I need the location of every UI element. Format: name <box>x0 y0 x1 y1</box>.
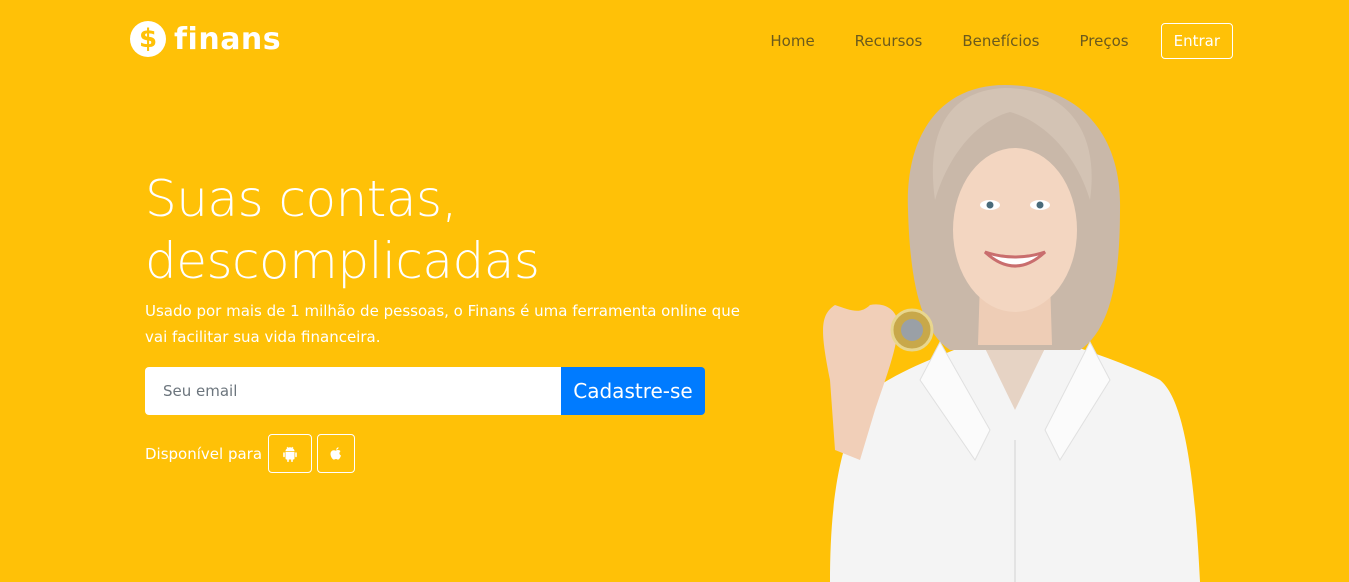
nav-link-precos[interactable]: Preços <box>1080 32 1129 50</box>
nav-link-recursos[interactable]: Recursos <box>855 32 923 50</box>
nav-links: Home Recursos Benefícios Preços Entrar <box>770 23 1233 59</box>
android-icon <box>283 446 297 462</box>
hero-subtitle: Usado por mais de 1 milhão de pessoas, o… <box>145 302 740 346</box>
hero-title: Suas contas, descomplicadas <box>145 168 745 292</box>
signup-form: Cadastre-se <box>145 367 705 415</box>
apple-store-button[interactable] <box>317 434 356 473</box>
smiling-woman-holding-coin-image <box>823 85 1200 582</box>
brand-name: finans <box>174 21 282 57</box>
android-store-button[interactable] <box>268 434 313 473</box>
apple-icon <box>330 446 342 460</box>
dollar-icon: $ <box>130 21 166 57</box>
login-button[interactable]: Entrar <box>1160 23 1233 59</box>
nav-link-home[interactable]: Home <box>770 32 814 50</box>
signup-button[interactable]: Cadastre-se <box>561 367 705 415</box>
available-on: Disponível para <box>145 434 360 473</box>
available-label: Disponível para <box>145 444 263 463</box>
nav-link-beneficios[interactable]: Benefícios <box>962 32 1039 50</box>
email-input[interactable] <box>145 367 561 415</box>
hero-title-line1: Suas contas, <box>145 170 457 228</box>
brand-logo[interactable]: $ finans <box>130 20 281 58</box>
hero: Suas contas, descomplicadas Usado por ma… <box>145 168 745 350</box>
navbar: $ finans Home Recursos Benefícios Preços… <box>0 0 1349 82</box>
hero-title-line2: descomplicadas <box>145 232 540 290</box>
